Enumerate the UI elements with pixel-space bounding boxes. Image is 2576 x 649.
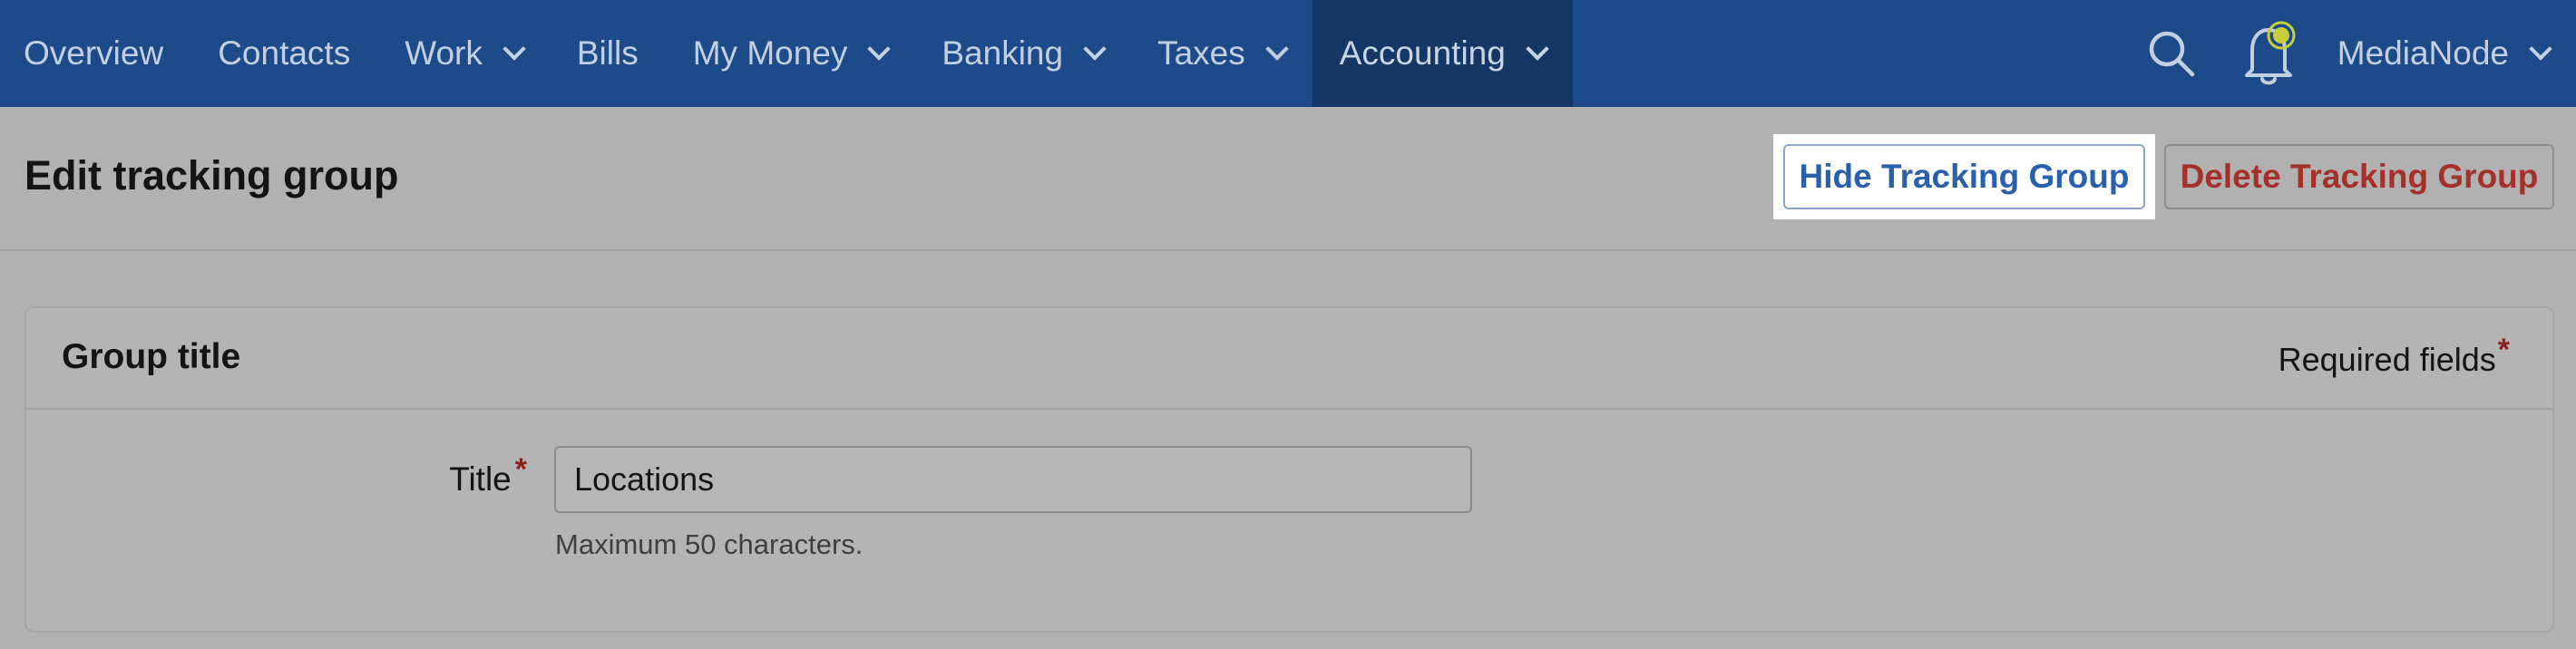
- delete-tracking-group-button[interactable]: Delete Tracking Group: [2164, 144, 2554, 209]
- card-header: Group title Required fields*: [26, 308, 2552, 410]
- nav-item-label: Taxes: [1157, 34, 1245, 72]
- top-navigation-bar: Overview Contacts Work Bills My Money Ba…: [0, 0, 2576, 107]
- nav-item-label: Overview: [24, 34, 164, 72]
- chevron-down-icon: [1265, 37, 1289, 61]
- chevron-down-icon: [503, 37, 526, 61]
- section-title: Group title: [62, 337, 241, 376]
- nav-item-label: Banking: [942, 34, 1064, 72]
- nav-item-banking[interactable]: Banking: [914, 0, 1130, 107]
- nav-item-label: My Money: [692, 34, 848, 72]
- nav-item-taxes[interactable]: Taxes: [1130, 0, 1312, 107]
- notifications-button[interactable]: [2230, 0, 2312, 107]
- chevron-down-icon: [2529, 37, 2552, 61]
- chevron-down-icon: [1526, 37, 1549, 61]
- nav-item-bills[interactable]: Bills: [550, 0, 666, 107]
- nav-item-my-money[interactable]: My Money: [666, 0, 915, 107]
- nav-item-label: Bills: [576, 34, 639, 72]
- chevron-down-icon: [867, 37, 892, 61]
- required-fields-note: Required fields*: [2278, 333, 2510, 379]
- required-marker: *: [514, 452, 527, 487]
- nav-item-label: Accounting: [1339, 34, 1506, 72]
- search-button[interactable]: [2131, 0, 2212, 107]
- required-fields-text: Required fields: [2278, 341, 2496, 378]
- title-field-help: Maximum 50 characters.: [555, 528, 864, 560]
- account-menu[interactable]: MediaNode: [2337, 0, 2576, 107]
- nav-item-overview[interactable]: Overview: [0, 0, 190, 107]
- account-menu-label: MediaNode: [2337, 34, 2509, 72]
- bell-icon: [2244, 21, 2296, 85]
- title-label-text: Title: [449, 460, 512, 498]
- nav-right-controls: MediaNode: [2131, 0, 2576, 107]
- nav-item-contacts[interactable]: Contacts: [190, 0, 377, 107]
- nav-item-work[interactable]: Work: [377, 0, 550, 107]
- required-marker: *: [2497, 333, 2510, 367]
- page-title: Edit tracking group: [24, 152, 399, 199]
- nav-item-label: Work: [405, 34, 483, 72]
- title-field-label: Title *: [26, 452, 527, 499]
- group-title-card: Group title Required fields* Title* Maxi…: [24, 306, 2554, 633]
- nav-item-accounting[interactable]: Accounting: [1312, 0, 1573, 107]
- page-header: Edit tracking group Hide Tracking Group …: [0, 107, 2576, 251]
- search-icon: [2149, 31, 2195, 77]
- chevron-down-icon: [1083, 37, 1107, 61]
- title-input[interactable]: [554, 446, 1472, 513]
- nav-item-label: Contacts: [218, 34, 351, 72]
- hide-tracking-group-button[interactable]: Hide Tracking Group: [1783, 144, 2145, 209]
